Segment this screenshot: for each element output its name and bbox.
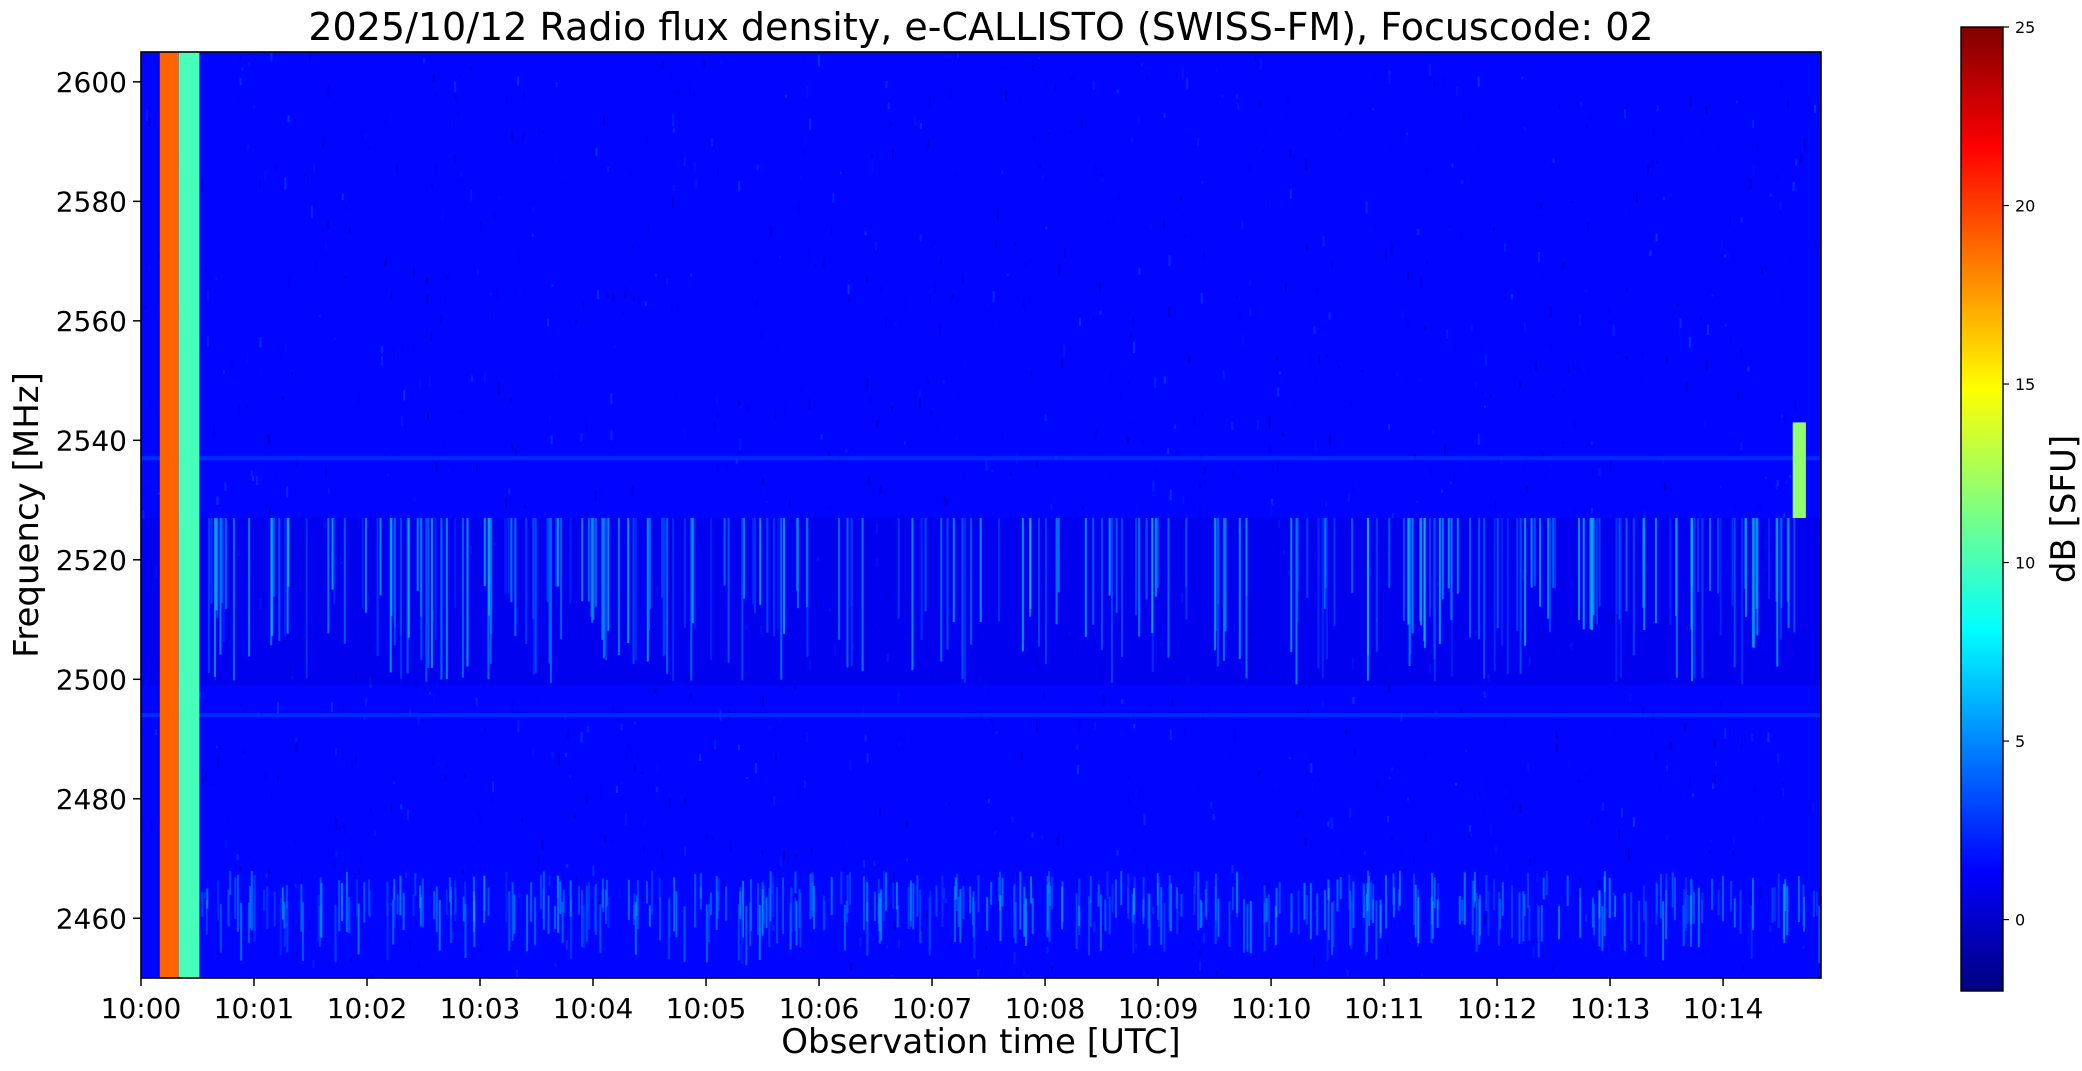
colorbar-tick-label: 20 — [2015, 197, 2035, 216]
x-tick-label: 10:04 — [553, 992, 634, 1025]
colorbar-tick-label: 10 — [2015, 554, 2035, 573]
y-axis-ticks: 2460 2480 2500 2520 2540 2560 2580 2600 — [56, 66, 141, 935]
x-tick-label: 10:05 — [666, 992, 747, 1025]
y-tick-label: 2600 — [56, 66, 127, 99]
x-tick-label: 10:09 — [1118, 992, 1199, 1025]
x-tick-label: 10:03 — [440, 992, 521, 1025]
colorbar-tick-label: 5 — [2015, 732, 2025, 751]
x-tick-label: 10:06 — [779, 992, 860, 1025]
x-axis-label: Observation time [UTC] — [781, 1022, 1180, 1062]
interference-band — [141, 517, 1821, 686]
y-tick-label: 2500 — [56, 663, 127, 696]
colorbar-label: dB [SFU] — [2044, 435, 2082, 583]
y-axis-label: Frequency [MHz] — [7, 372, 47, 658]
feature-2 — [1792, 422, 1806, 518]
y-tick-label: 2580 — [56, 185, 127, 218]
x-tick-label: 10:02 — [327, 992, 408, 1025]
chart-svg: 2025/10/12 Radio flux density, e-CALLIST… — [7, 5, 2082, 1062]
colorbar-tick-label: 25 — [2015, 18, 2035, 37]
y-tick-label: 2460 — [56, 902, 127, 935]
y-tick-label: 2560 — [56, 305, 127, 338]
y-tick-label: 2480 — [56, 783, 127, 816]
x-axis-ticks: 10:00 10:01 10:02 10:03 10:04 10:05 10:06 10:07… — [101, 978, 1764, 1025]
x-tick-label: 10:10 — [1231, 992, 1312, 1025]
feature-0 — [159, 52, 179, 978]
spectrogram-background — [141, 52, 1821, 978]
y-tick-label: 2540 — [56, 424, 127, 457]
y-tick-label: 2520 — [56, 544, 127, 577]
x-tick-label: 10:14 — [1683, 992, 1764, 1025]
colorbar-ticks: 0 5 10 15 20 25 — [2003, 18, 2035, 930]
x-tick-label: 10:07 — [892, 992, 973, 1025]
x-tick-label: 10:01 — [214, 992, 295, 1025]
spectrogram-chart: 2025/10/12 Radio flux density, e-CALLIST… — [0, 0, 2082, 1067]
horizontal-line-2537 — [141, 456, 1821, 461]
spectrogram-plot-area — [141, 52, 1821, 978]
colorbar-tick-label: 15 — [2015, 375, 2035, 394]
x-tick-label: 10:13 — [1570, 992, 1651, 1025]
x-tick-label: 10:00 — [101, 992, 182, 1025]
x-tick-label: 10:08 — [1005, 992, 1086, 1025]
x-tick-label: 10:12 — [1457, 992, 1538, 1025]
chart-title: 2025/10/12 Radio flux density, e-CALLIST… — [308, 5, 1653, 49]
horizontal-line-2494 — [141, 713, 1821, 718]
x-tick-label: 10:11 — [1344, 992, 1425, 1025]
colorbar-tick-label: 0 — [2015, 911, 2025, 930]
colorbar — [1960, 26, 2004, 992]
feature-1 — [178, 52, 200, 978]
